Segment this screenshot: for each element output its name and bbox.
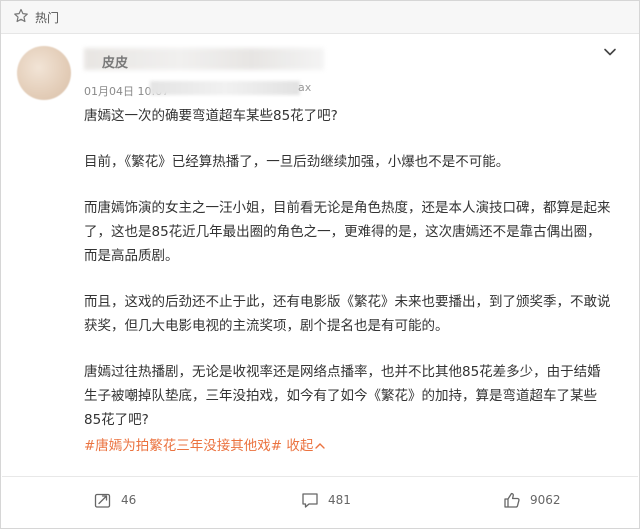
repost-count: 46 <box>121 493 137 507</box>
like-count: 9062 <box>530 493 561 507</box>
post-tags: #唐嫣为拍繁花三年没接其他戏# 收起 <box>84 434 326 454</box>
thumbs-up-icon <box>504 492 520 508</box>
comment-icon <box>302 493 318 508</box>
comment-button[interactable]: 481 <box>301 491 351 509</box>
post-paragraph: 而且，这戏的后劲还不止于此，还有电影版《繁花》未来也要播出，到了颁奖季，不敢说获… <box>84 294 611 334</box>
post-paragraph: 唐嫣过往热播剧，无论是收视率还是网络点播率，也并不比其他85花差多少，由于结婚生… <box>84 364 601 428</box>
post-body: 唐嫣这一次的确要弯道超车某些85花了吧? 目前，《繁花》已经算热播了，一旦后劲继… <box>84 104 614 454</box>
repost-icon <box>94 493 111 508</box>
collapse-label: 收起 <box>286 438 314 454</box>
action-bar: 46 481 9062 <box>2 476 638 528</box>
post-paragraph: 而唐嫣饰演的女主之一汪小姐，目前看无论是角色热度，还是本人演技口碑，都算是起来了… <box>84 200 611 264</box>
chevron-up-icon <box>315 443 326 449</box>
section-title: 热门 <box>35 11 60 25</box>
like-button[interactable]: 9062 <box>503 491 561 509</box>
post-paragraph: 目前，《繁花》已经算热播了，一旦后劲继续加强，小爆也不是不可能。 <box>84 154 510 170</box>
star-outline-icon <box>14 8 28 23</box>
comment-count: 481 <box>328 493 351 507</box>
collapse-link[interactable]: 收起 <box>286 438 326 454</box>
top-bar: 热门 <box>1 1 639 34</box>
repost-button[interactable]: 46 <box>94 491 136 509</box>
avatar[interactable] <box>17 46 71 100</box>
post-card: 皮皮 01月04日 10:07 ax 唐嫣这一次的确要弯道超车某些85花了吧? … <box>2 34 638 528</box>
post-meta: 01月04日 10:07 ax <box>84 80 311 98</box>
post-paragraph: 唐嫣这一次的确要弯道超车某些85花了吧? <box>84 108 338 124</box>
chevron-down-icon[interactable] <box>602 44 618 60</box>
weibo-window: 热门 皮皮 01月04日 10:07 ax 唐嫣这一次的确要弯道超车某些85花了… <box>0 0 640 529</box>
hashtag-link[interactable]: #唐嫣为拍繁花三年没接其他戏# <box>84 438 282 454</box>
meta-redacted <box>150 81 300 95</box>
meta-suffix: ax <box>298 81 312 94</box>
author-name[interactable]: 皮皮 <box>84 52 128 71</box>
